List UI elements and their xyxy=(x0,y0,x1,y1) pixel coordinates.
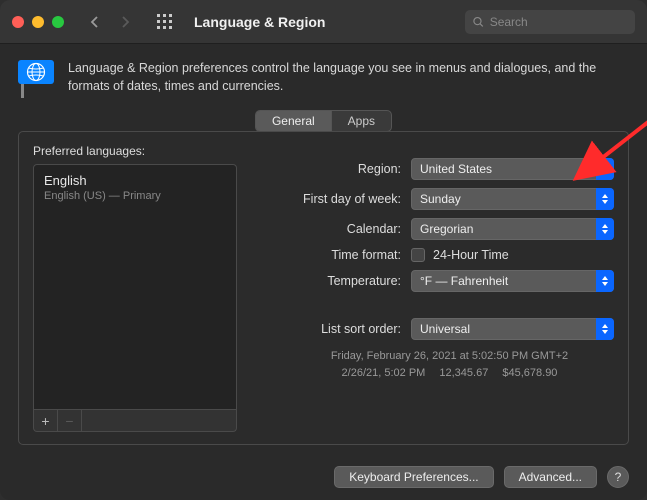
language-region-icon xyxy=(18,60,54,96)
list-sort-value: Universal xyxy=(411,318,614,340)
temperature-value: °F — Fahrenheit xyxy=(411,270,614,292)
select-arrows-icon xyxy=(596,188,614,210)
tab-group: General Apps xyxy=(255,110,392,132)
add-language-button[interactable]: + xyxy=(34,410,58,431)
list-sort-label: List sort order: xyxy=(255,322,411,336)
select-arrows-icon xyxy=(596,270,614,292)
select-arrows-icon xyxy=(596,218,614,240)
remove-language-button[interactable]: − xyxy=(58,410,82,431)
select-arrows-icon xyxy=(596,318,614,340)
region-value: United States xyxy=(411,158,614,180)
grid-icon xyxy=(157,14,172,29)
preferred-languages-label: Preferred languages: xyxy=(33,144,237,158)
first-day-label: First day of week: xyxy=(255,192,411,206)
language-list-toolbar: + − xyxy=(33,410,237,432)
search-field[interactable] xyxy=(465,10,635,34)
region-label: Region: xyxy=(255,162,411,176)
minimize-window-button[interactable] xyxy=(32,16,44,28)
intro-text: Language & Region preferences control th… xyxy=(68,60,629,95)
traffic-lights xyxy=(12,16,64,28)
calendar-value: Gregorian xyxy=(411,218,614,240)
temperature-select[interactable]: °F — Fahrenheit xyxy=(411,270,614,292)
search-input[interactable] xyxy=(490,15,627,29)
tab-apps[interactable]: Apps xyxy=(332,111,391,131)
forward-button[interactable] xyxy=(114,10,138,34)
show-all-prefs-button[interactable] xyxy=(150,10,178,34)
window-title: Language & Region xyxy=(194,14,325,30)
help-button[interactable]: ? xyxy=(607,466,629,488)
format-preview-line2: 2/26/21, 5:02 PM 12,345.67 $45,678.90 xyxy=(285,365,614,382)
time-format-option: 24-Hour Time xyxy=(433,248,509,262)
first-day-select[interactable]: Sunday xyxy=(411,188,614,210)
search-icon xyxy=(473,16,484,28)
globe-icon xyxy=(26,62,46,82)
language-list[interactable]: English English (US) — Primary xyxy=(33,164,237,410)
advanced-button[interactable]: Advanced... xyxy=(504,466,597,488)
language-name: English xyxy=(44,173,226,188)
select-arrows-icon xyxy=(596,158,614,180)
language-subtitle: English (US) — Primary xyxy=(44,190,226,202)
region-select[interactable]: United States xyxy=(411,158,614,180)
close-window-button[interactable] xyxy=(12,16,24,28)
time-format-label: Time format: xyxy=(255,248,411,262)
calendar-select[interactable]: Gregorian xyxy=(411,218,614,240)
temperature-label: Temperature: xyxy=(255,274,411,288)
language-item[interactable]: English English (US) — Primary xyxy=(34,165,236,206)
first-day-value: Sunday xyxy=(411,188,614,210)
chevron-right-icon xyxy=(122,16,130,28)
tab-general[interactable]: General xyxy=(256,111,332,131)
chevron-left-icon xyxy=(90,16,98,28)
list-sort-select[interactable]: Universal xyxy=(411,318,614,340)
format-preview-line1: Friday, February 26, 2021 at 5:02:50 PM … xyxy=(285,348,614,365)
maximize-window-button[interactable] xyxy=(52,16,64,28)
24-hour-checkbox[interactable] xyxy=(411,248,425,262)
calendar-label: Calendar: xyxy=(255,222,411,236)
format-preview: Friday, February 26, 2021 at 5:02:50 PM … xyxy=(255,348,614,381)
back-button[interactable] xyxy=(82,10,106,34)
titlebar: Language & Region xyxy=(0,0,647,44)
keyboard-prefs-button[interactable]: Keyboard Preferences... xyxy=(334,466,493,488)
